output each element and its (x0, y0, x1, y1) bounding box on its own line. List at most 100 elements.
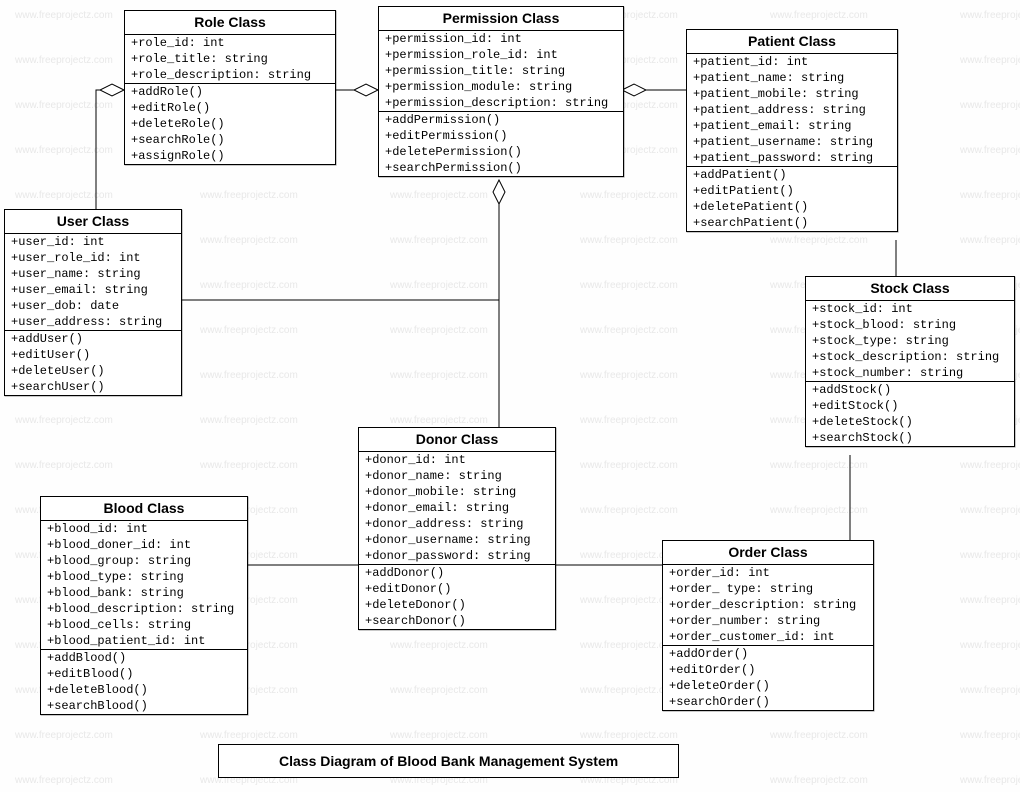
class-row: +editBlood() (41, 666, 247, 682)
class-row: +searchOrder() (663, 694, 873, 710)
watermark-text: www.freeprojectz.com (390, 640, 488, 651)
class-row: +editRole() (125, 100, 335, 116)
watermark-text: www.freeprojectz.com (960, 460, 1020, 471)
class-user: User Class +user_id: int+user_role_id: i… (4, 209, 182, 396)
watermark-text: www.freeprojectz.com (960, 100, 1020, 111)
class-row: +searchUser() (5, 379, 181, 395)
class-attrs: +role_id: int+role_title: string+role_de… (125, 35, 335, 84)
class-row: +searchPermission() (379, 160, 623, 176)
class-row: +blood_bank: string (41, 585, 247, 601)
class-title: User Class (5, 210, 181, 234)
watermark-text: www.freeprojectz.com (15, 10, 113, 21)
class-row: +assignRole() (125, 148, 335, 164)
watermark-text: www.freeprojectz.com (15, 145, 113, 156)
class-row: +editUser() (5, 347, 181, 363)
watermark-text: www.freeprojectz.com (960, 505, 1020, 516)
watermark-text: www.freeprojectz.com (200, 370, 298, 381)
watermark-text: www.freeprojectz.com (770, 10, 868, 21)
watermark-text: www.freeprojectz.com (770, 460, 868, 471)
class-row: +editOrder() (663, 662, 873, 678)
class-title: Role Class (125, 11, 335, 35)
class-row: +addUser() (5, 331, 181, 347)
watermark-text: www.freeprojectz.com (580, 730, 678, 741)
class-row: +stock_id: int (806, 301, 1014, 317)
watermark-text: www.freeprojectz.com (390, 235, 488, 246)
class-row: +blood_group: string (41, 553, 247, 569)
class-row: +order_description: string (663, 597, 873, 613)
class-attrs: +stock_id: int+stock_blood: string +stock… (806, 301, 1014, 382)
class-row: +patient_name: string (687, 70, 897, 86)
class-row: +stock_blood: string (806, 317, 1014, 333)
class-row: +donor_username: string (359, 532, 555, 548)
watermark-text: www.freeprojectz.com (580, 460, 678, 471)
watermark-text: www.freeprojectz.com (15, 100, 113, 111)
class-row: +searchPatient() (687, 215, 897, 231)
watermark-text: www.freeprojectz.com (200, 460, 298, 471)
class-title: Order Class (663, 541, 873, 565)
watermark-text: www.freeprojectz.com (580, 190, 678, 201)
class-row: +deleteOrder() (663, 678, 873, 694)
class-row: +user_dob: date (5, 298, 181, 314)
class-row: +patient_id: int (687, 54, 897, 70)
class-permission: Permission Class +permission_id: int+per… (378, 6, 624, 177)
class-row: +patient_address: string (687, 102, 897, 118)
class-row: +deleteRole() (125, 116, 335, 132)
class-row: +addRole() (125, 84, 335, 100)
class-row: +blood_doner_id: int (41, 537, 247, 553)
class-row: +permission_module: string (379, 79, 623, 95)
class-ops: +addStock()+editStock()+deleteStock()+se… (806, 382, 1014, 446)
watermark-text: www.freeprojectz.com (960, 550, 1020, 561)
class-row: +patient_username: string (687, 134, 897, 150)
watermark-text: www.freeprojectz.com (960, 235, 1020, 246)
watermark-text: www.freeprojectz.com (390, 370, 488, 381)
watermark-text: www.freeprojectz.com (15, 460, 113, 471)
class-row: +deletePermission() (379, 144, 623, 160)
watermark-text: www.freeprojectz.com (200, 325, 298, 336)
class-row: +user_name: string (5, 266, 181, 282)
class-row: +role_description: string (125, 67, 335, 83)
class-row: +addPatient() (687, 167, 897, 183)
class-row: +blood_description: string (41, 601, 247, 617)
watermark-text: www.freeprojectz.com (200, 415, 298, 426)
watermark-text: www.freeprojectz.com (580, 325, 678, 336)
class-ops: +addBlood()+editBlood()+deleteBlood()+se… (41, 650, 247, 714)
watermark-text: www.freeprojectz.com (580, 370, 678, 381)
class-row: +deleteStock() (806, 414, 1014, 430)
class-row: +permission_title: string (379, 63, 623, 79)
class-attrs: +blood_id: int+blood_doner_id: int+blood… (41, 521, 247, 650)
class-attrs: +order_id: int+order_ type: string+order… (663, 565, 873, 646)
watermark-text: www.freeprojectz.com (580, 235, 678, 246)
watermark-text: www.freeprojectz.com (390, 730, 488, 741)
class-attrs: +permission_id: int+permission_role_id: … (379, 31, 623, 112)
class-row: +donor_password: string (359, 548, 555, 564)
class-row: +stock_number: string (806, 365, 1014, 381)
watermark-text: www.freeprojectz.com (960, 685, 1020, 696)
watermark-text: www.freeprojectz.com (15, 775, 113, 786)
class-row: +addDonor() (359, 565, 555, 581)
watermark-text: www.freeprojectz.com (15, 730, 113, 741)
class-ops: +addPatient()+editPatient()+deletePatien… (687, 167, 897, 231)
class-row: +deletePatient() (687, 199, 897, 215)
class-row: +blood_cells: string (41, 617, 247, 633)
class-row: +permission_role_id: int (379, 47, 623, 63)
class-row: +user_address: string (5, 314, 181, 330)
watermark-text: www.freeprojectz.com (960, 775, 1020, 786)
watermark-text: www.freeprojectz.com (580, 415, 678, 426)
watermark-text: www.freeprojectz.com (15, 55, 113, 66)
class-title: Blood Class (41, 497, 247, 521)
class-row: +role_id: int (125, 35, 335, 51)
class-row: +addBlood() (41, 650, 247, 666)
class-row: +deleteBlood() (41, 682, 247, 698)
class-row: +donor_mobile: string (359, 484, 555, 500)
class-row: +permission_description: string (379, 95, 623, 111)
class-ops: +addUser()+editUser()+deleteUser()+searc… (5, 331, 181, 395)
class-row: +editPermission() (379, 128, 623, 144)
class-attrs: +donor_id: int+donor_name: string+donor_… (359, 452, 555, 565)
class-row: +searchRole() (125, 132, 335, 148)
class-row: +editDonor() (359, 581, 555, 597)
watermark-text: www.freeprojectz.com (580, 505, 678, 516)
class-row: +searchStock() (806, 430, 1014, 446)
watermark-text: www.freeprojectz.com (15, 190, 113, 201)
watermark-text: www.freeprojectz.com (390, 685, 488, 696)
class-ops: +addPermission()+editPermission()+delete… (379, 112, 623, 176)
